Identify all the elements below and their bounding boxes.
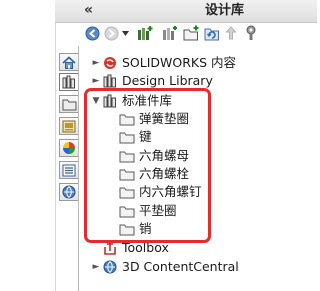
create-new-folder-icon[interactable] [182, 24, 200, 42]
appearances-icon[interactable] [59, 139, 78, 157]
dropdown-icon[interactable] [121, 24, 129, 42]
expand-arrow-icon[interactable]: ► [90, 76, 102, 86]
globe-icon [102, 259, 118, 275]
left-margin [0, 0, 55, 291]
expand-arrow-icon[interactable]: ► [90, 58, 102, 68]
highlight-annotation-box [84, 88, 211, 243]
back-icon[interactable] [84, 24, 100, 42]
panel-border [55, 0, 56, 291]
tree-item-label: SOLIDWORKS 内容 [122, 55, 237, 70]
panel-header: « 设计库 [55, 0, 317, 23]
design-library-icon[interactable] [59, 73, 78, 91]
tree-item-label: Design Library [122, 73, 213, 88]
tree-item-label: 3D ContentCentral [122, 259, 239, 274]
expand-arrow-icon[interactable]: ► [90, 262, 102, 272]
tree-item-solidworks-content[interactable]: ► SOLIDWORKS 内容 [90, 54, 237, 72]
solidworks-content-icon [102, 55, 118, 71]
toolbar [84, 24, 317, 44]
solidworks-forum-icon[interactable] [59, 183, 78, 201]
refresh-icon[interactable] [203, 24, 221, 42]
panel-title: 设计库 [205, 3, 245, 18]
collapse-panel-button[interactable]: « [84, 2, 93, 18]
forward-icon[interactable] [103, 24, 119, 42]
side-tab-border [78, 46, 79, 291]
add-to-library-icon[interactable] [136, 24, 154, 42]
home-icon[interactable] [59, 53, 78, 71]
custom-properties-icon[interactable] [59, 161, 78, 179]
file-explorer-icon[interactable] [59, 95, 78, 113]
options-icon[interactable] [243, 24, 259, 42]
add-file-location-icon[interactable] [160, 24, 178, 42]
design-library-icon [102, 73, 118, 89]
tree-item-3d-contentcentral[interactable]: ► 3D ContentCentral [90, 258, 239, 276]
view-palette-icon[interactable] [59, 117, 78, 135]
up-one-level-icon[interactable] [224, 24, 238, 42]
